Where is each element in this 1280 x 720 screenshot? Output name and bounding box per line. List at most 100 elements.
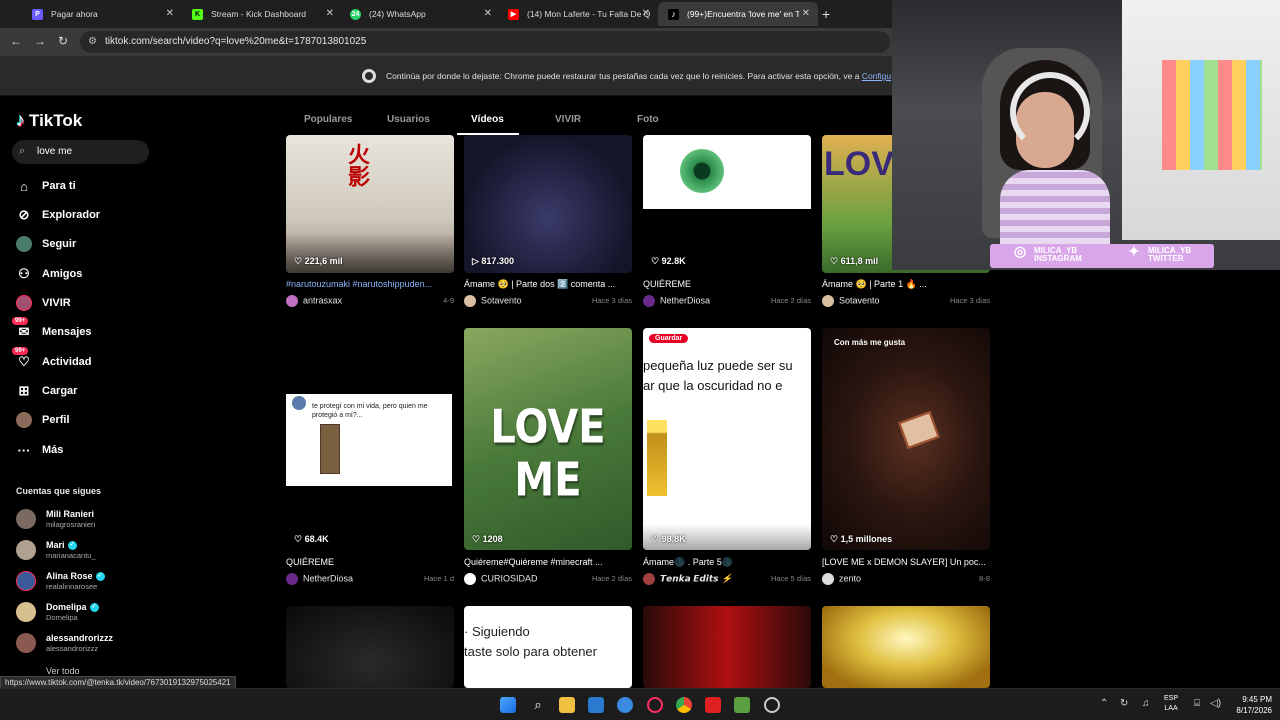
video-thumbnail[interactable] [464, 135, 632, 273]
tab-users[interactable]: Usuarios [387, 114, 430, 125]
tab-photos[interactable]: Foto [637, 114, 659, 125]
start-icon[interactable] [500, 697, 516, 713]
browser-tab-active[interactable]: ♪ (99+)Encuentra 'love me' en Tik ✕ [658, 2, 818, 26]
comment-text: te protegí con mi vida, pero quien me pr… [312, 403, 428, 419]
minecraft-icon[interactable] [734, 697, 750, 713]
close-icon[interactable]: ✕ [642, 8, 650, 19]
nav-item-for-you[interactable]: ⌂ Para ti [16, 176, 76, 196]
search-icon[interactable]: ⌕ [530, 697, 546, 713]
nav-item-messages[interactable]: ✉ 99+ Mensajes [12, 317, 92, 342]
reload-icon[interactable]: ↻ [58, 34, 68, 48]
video-caption[interactable]: Ámame🌑 . Parte 5🌑 [643, 557, 811, 568]
close-icon[interactable]: ✕ [326, 8, 334, 19]
microphone-icon[interactable]: ♫ [1142, 698, 1150, 709]
post-date: 4-9 [443, 296, 454, 305]
caption-text: #narutouzumaki #narutoshippuden... [286, 279, 433, 289]
video-caption[interactable]: Quiéreme#Quiéreme #minecraft ... [464, 557, 632, 567]
video-author[interactable]: NetherDiosa Hace 2 días [643, 295, 811, 307]
streamer-shirt [1000, 170, 1110, 250]
address-bar[interactable]: ⚙ tiktok.com/search/video?q=love%20me&t=… [80, 31, 890, 53]
url-text: tiktok.com/search/video?q=love%20me&t=17… [105, 36, 367, 47]
tab-videos[interactable]: Vídeos [471, 114, 504, 125]
chrome-icon[interactable] [676, 697, 692, 713]
close-icon[interactable]: ✕ [484, 8, 492, 19]
video-author[interactable]: Sotavento Hace 3 días [464, 295, 632, 307]
opera-icon[interactable] [647, 697, 663, 713]
video-thumbnail[interactable]: · Siguiendo taste solo para obtener [464, 606, 632, 688]
new-tab-icon[interactable]: + [822, 6, 830, 22]
browser-tab[interactable]: 24 (24) WhatsApp ✕ [340, 2, 500, 26]
network-icon[interactable]: ⌸ [1194, 698, 1200, 709]
video-thumbnail[interactable]: te protegí con mi vida, pero quien me pr… [286, 328, 454, 550]
browser-tab[interactable]: P Pagar ahora ✕ [22, 2, 182, 26]
tab-popular[interactable]: Populares [304, 114, 352, 125]
video-thumbnail[interactable] [643, 606, 811, 688]
site-settings-icon[interactable]: ⚙ [88, 36, 97, 47]
avatar [16, 633, 36, 653]
clock-date: 8/17/2026 [1236, 706, 1272, 715]
volume-icon[interactable]: ◁) [1210, 698, 1221, 709]
file-explorer-icon[interactable] [559, 697, 575, 713]
account-name: Domelipa [46, 602, 87, 612]
author-name: Sotavento [839, 295, 880, 306]
nav-item-more[interactable]: ··· Más [16, 440, 64, 460]
video-caption[interactable]: Ámame 🥺 | Parte 1 🔥 ... [822, 279, 990, 290]
system-clock[interactable]: 9:45 PM 8/17/2026 [1226, 694, 1272, 716]
pinterest-save-button[interactable]: Guardar [649, 334, 689, 343]
video-caption[interactable]: [LOVE ME x DEMON SLAYER] Un poc... [822, 557, 990, 567]
nav-item-explore[interactable]: ⊘ Explorador [16, 205, 101, 225]
nav-item-upload[interactable]: ⊞ Cargar [16, 381, 78, 401]
sync-icon[interactable]: ↻ [1120, 698, 1128, 709]
video-caption[interactable]: QUIÉREME [643, 279, 811, 289]
video-author[interactable]: 𝙏𝙚𝙣𝙠𝙖 𝙀𝙙𝙞𝙩𝙨 ⚡ Hace 5 días [643, 573, 811, 585]
video-thumbnail[interactable] [643, 135, 811, 273]
video-author[interactable]: NetherDiosa Hace 1 d [286, 573, 454, 585]
avatar [292, 396, 306, 410]
see-all-link[interactable]: Ver todo [46, 666, 80, 676]
search-icon: ⌕ [19, 145, 26, 157]
browser-tab-bar: P Pagar ahora ✕ K Stream - Kick Dashboar… [0, 0, 892, 28]
close-icon[interactable]: ✕ [166, 8, 174, 19]
video-author[interactable]: Sotavento Hace 3 días [822, 295, 990, 307]
tiktok-logo[interactable]: ♪ TikTok [16, 110, 82, 131]
browser-tab[interactable]: K Stream - Kick Dashboard ✕ [182, 2, 342, 26]
youtube-favicon-icon: ▶ [508, 8, 519, 20]
language-indicator[interactable]: ESP LAA [1164, 694, 1178, 714]
nav-item-activity[interactable]: ♡ 99+ Actividad [12, 347, 92, 372]
back-icon[interactable]: ← [10, 34, 22, 48]
store-icon[interactable] [588, 697, 604, 713]
video-author[interactable]: zento 8-8 [822, 573, 990, 585]
video-thumbnail[interactable]: pequeña luz puede ser su ar que la oscur… [643, 328, 811, 550]
following-account[interactable]: Domelipa ✓ Domelipa [16, 599, 176, 625]
forward-icon[interactable]: → [34, 34, 46, 48]
tray-overflow-icon[interactable]: ⌃ [1100, 698, 1108, 709]
video-thumbnail[interactable]: 火影 [286, 135, 454, 273]
tab-live[interactable]: VIVIR [555, 114, 581, 125]
following-account[interactable]: Alina Rose ✓ realalinnarosee [16, 568, 176, 594]
settings-link[interactable]: Configu [862, 71, 891, 81]
nav-item-following[interactable]: Seguir [16, 234, 76, 254]
following-account[interactable]: Mili Ranieri milagrosranieri [16, 506, 176, 532]
following-account[interactable]: alessandrorizzz alessandrorizzz [16, 630, 176, 656]
video-caption[interactable]: Ámame 🥺 | Parte dos 2️⃣ comenta ... [464, 279, 632, 290]
video-thumbnail[interactable]: LOVE ME [464, 328, 632, 550]
video-caption[interactable]: #narutouzumaki #narutoshippuden... [286, 279, 454, 289]
video-caption[interactable]: QUIÉREME [286, 557, 454, 567]
close-icon[interactable]: ✕ [802, 8, 810, 19]
avatar [16, 540, 36, 560]
video-author[interactable]: antrasxax 4-9 [286, 295, 454, 307]
browser-tab[interactable]: ▶ (14) Mon Laferte - Tu Falta De Q ✕ [498, 2, 658, 26]
video-thumbnail[interactable] [822, 606, 990, 688]
nav-item-profile[interactable]: Perfil [16, 410, 70, 430]
app-icon[interactable] [705, 697, 721, 713]
search-input[interactable]: ⌕ love me [12, 140, 149, 164]
thumbnail-text: · Siguiendo taste solo para obtener [464, 624, 597, 659]
video-thumbnail[interactable]: Con más me gusta [822, 328, 990, 550]
settings-icon[interactable] [764, 697, 780, 713]
nav-item-friends[interactable]: ⚇ Amigos [16, 264, 82, 284]
edge-icon[interactable] [617, 697, 633, 713]
nav-item-live[interactable]: VIVIR [16, 293, 71, 313]
following-account[interactable]: Mari ✓ marianacantu_ [16, 537, 176, 563]
video-thumbnail[interactable] [286, 606, 454, 688]
video-author[interactable]: CURIOSIDAD Hace 2 días [464, 573, 632, 585]
